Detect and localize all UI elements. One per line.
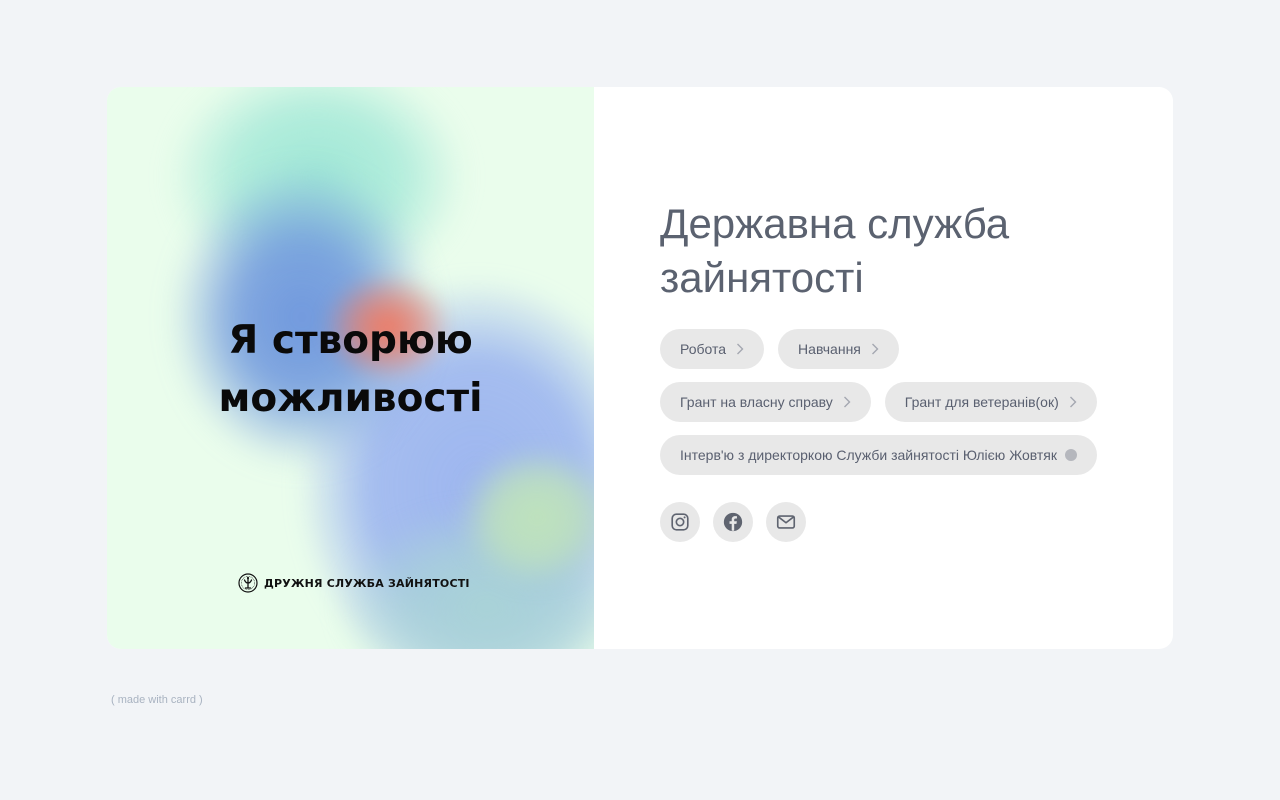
interview-button-label: Інтерв'ю з директоркою Служби зайнятості… bbox=[680, 447, 1057, 463]
content-panel: Державна служба зайнятості Робота Навчан… bbox=[594, 87, 1173, 649]
hero-logo: ДРУЖНЯ СЛУЖБА ЗАЙНЯТОСТІ bbox=[238, 573, 470, 593]
veterans-grant-button-label: Грант для ветеранів(ок) bbox=[904, 394, 1059, 410]
training-button[interactable]: Навчання bbox=[778, 329, 899, 369]
facebook-icon bbox=[723, 512, 743, 532]
hero-headline-line1: Я створюю bbox=[228, 318, 473, 363]
chevron-right-icon bbox=[737, 343, 744, 355]
made-with-carrd-link[interactable]: ( made with carrd ) bbox=[111, 694, 203, 706]
button-row: Робота Навчання bbox=[660, 329, 1130, 369]
hero-headline: Я створюю можливості bbox=[107, 312, 594, 428]
hero-panel: Я створюю можливості ДРУЖНЯ СЛУЖБА ЗАЙНЯ… bbox=[107, 87, 594, 649]
training-button-label: Навчання bbox=[798, 341, 861, 357]
hero-headline-line2: можливості bbox=[218, 376, 483, 421]
interview-button[interactable]: Інтерв'ю з директоркою Служби зайнятості… bbox=[660, 435, 1097, 475]
page-title: Державна служба зайнятості bbox=[660, 197, 1009, 305]
hero-logo-text: ДРУЖНЯ СЛУЖБА ЗАЙНЯТОСТІ bbox=[264, 576, 470, 590]
jobs-button-label: Робота bbox=[680, 341, 727, 357]
business-grant-button[interactable]: Грант на власну справу bbox=[660, 382, 871, 422]
button-row: Інтерв'ю з директоркою Служби зайнятості… bbox=[660, 435, 1130, 475]
chevron-right-icon bbox=[1069, 396, 1077, 408]
main-card: Я створюю можливості ДРУЖНЯ СЛУЖБА ЗАЙНЯ… bbox=[107, 87, 1173, 649]
chevron-right-icon bbox=[843, 396, 851, 408]
email-button[interactable] bbox=[766, 502, 806, 542]
business-grant-button-label: Грант на власну справу bbox=[680, 394, 833, 410]
dot-icon bbox=[1065, 449, 1077, 461]
employment-service-logo-icon bbox=[238, 573, 258, 593]
facebook-button[interactable] bbox=[713, 502, 753, 542]
instagram-icon bbox=[671, 513, 689, 531]
link-buttons: Робота Навчання Грант на власну справу Г… bbox=[660, 329, 1130, 488]
chevron-right-icon bbox=[871, 343, 879, 355]
jobs-button[interactable]: Робота bbox=[660, 329, 765, 369]
page-title-line2: зайнятості bbox=[660, 254, 864, 301]
button-row: Грант на власну справу Грант для ветеран… bbox=[660, 382, 1130, 422]
page: Я створюю можливості ДРУЖНЯ СЛУЖБА ЗАЙНЯ… bbox=[0, 0, 1280, 800]
email-icon bbox=[776, 515, 796, 529]
veterans-grant-button[interactable]: Грант для ветеранів(ок) bbox=[884, 382, 1097, 422]
page-title-line1: Державна служба bbox=[660, 200, 1010, 247]
social-links bbox=[660, 502, 806, 542]
instagram-button[interactable] bbox=[660, 502, 700, 542]
